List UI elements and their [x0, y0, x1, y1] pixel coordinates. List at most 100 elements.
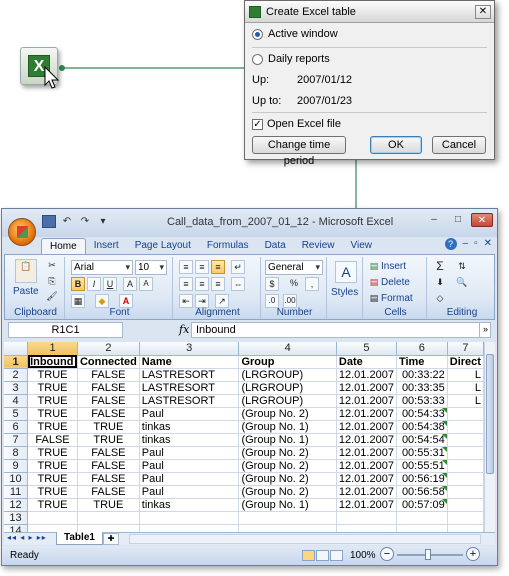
shrink-font-icon[interactable]: A [139, 277, 153, 291]
borders-icon[interactable]: ▦ [71, 294, 85, 308]
cell[interactable]: TRUE [27, 446, 78, 460]
format-button[interactable]: Format [381, 292, 413, 306]
cell[interactable]: TRUE [27, 368, 78, 382]
currency-icon[interactable]: $ [265, 277, 279, 291]
ok-button[interactable]: OK [370, 136, 422, 154]
cell[interactable] [139, 524, 240, 532]
cell[interactable]: TRUE [27, 407, 78, 421]
bold-icon[interactable]: B [71, 277, 85, 291]
row-header[interactable]: 6 [4, 420, 29, 434]
maximize-icon[interactable]: □ [447, 213, 469, 227]
cell[interactable] [77, 511, 140, 525]
cell[interactable] [447, 472, 484, 486]
page-break-view-icon[interactable] [330, 550, 343, 561]
row-header[interactable]: 13 [4, 511, 29, 525]
worksheet-grid[interactable]: 1234567 1 Inbound Connected Name Group Date Ti… [4, 342, 484, 532]
cell[interactable]: FALSE [77, 446, 140, 460]
cell[interactable]: Group [238, 355, 337, 369]
row-header[interactable]: 14 [4, 524, 29, 532]
cell[interactable]: FALSE [77, 485, 140, 499]
cell[interactable]: tinkas [139, 433, 240, 447]
cell[interactable]: TRUE [77, 498, 140, 512]
cell[interactable]: 00:57:09 [396, 498, 448, 512]
cell[interactable]: tinkas [139, 420, 240, 434]
cell[interactable]: TRUE [27, 381, 78, 395]
format-painter-icon[interactable]: 🖌 [45, 290, 59, 304]
radio-active-window[interactable]: Active window [252, 28, 338, 40]
cell[interactable]: FALSE [77, 472, 140, 486]
cell[interactable]: 12.01.2007 [336, 394, 397, 408]
row-header[interactable]: 2 [4, 368, 29, 382]
cell[interactable] [139, 511, 240, 525]
open-excel-checkbox[interactable]: ✓ Open Excel file [252, 118, 341, 130]
column-header[interactable]: 3 [139, 342, 240, 356]
cell[interactable] [238, 524, 337, 532]
cell[interactable] [447, 511, 484, 525]
cell[interactable] [447, 498, 484, 512]
cell[interactable]: FALSE [77, 381, 140, 395]
cell[interactable]: (Group No. 2) [238, 407, 337, 421]
merge-center-icon[interactable]: ⇔ [231, 277, 245, 291]
align-right-icon[interactable]: ≡ [211, 277, 225, 291]
align-top-icon[interactable]: ≡ [179, 260, 193, 274]
tab-review[interactable]: Review [294, 238, 343, 254]
cell[interactable]: (LRGROUP) [238, 368, 337, 382]
name-box[interactable]: R1C1 [8, 322, 123, 338]
column-header[interactable]: 7 [447, 342, 484, 356]
cell[interactable] [447, 420, 484, 434]
cell[interactable]: TRUE [27, 485, 78, 499]
close-window-icon[interactable]: ✕ [471, 213, 493, 227]
cell[interactable] [447, 446, 484, 460]
cell[interactable]: L [447, 394, 484, 408]
insert-sheet-icon[interactable]: ✚ [103, 533, 119, 545]
zoom-level[interactable]: 100% [350, 550, 376, 561]
cell[interactable]: FALSE [27, 433, 78, 447]
increase-indent-icon[interactable]: ⇥ [195, 294, 209, 308]
tab-data[interactable]: Data [257, 238, 294, 254]
column-header[interactable]: 1 [27, 342, 78, 356]
font-size-select[interactable]: 10 [135, 260, 167, 275]
cell[interactable]: Paul [139, 459, 240, 473]
cell[interactable] [447, 524, 484, 532]
cell[interactable]: Paul [139, 446, 240, 460]
wrap-text-icon[interactable]: ↵ [231, 260, 245, 274]
cell[interactable]: 00:56:19 [396, 472, 448, 486]
ribbon-close-icon[interactable]: ✕ [484, 238, 492, 250]
decrease-decimal-icon[interactable]: .00 [283, 294, 297, 308]
zoom-out-button[interactable]: − [380, 547, 394, 561]
grow-font-icon[interactable]: A [123, 277, 137, 291]
clear-icon[interactable]: ◇ [433, 292, 447, 306]
fx-icon[interactable]: fx [179, 322, 189, 338]
cell[interactable] [77, 524, 140, 532]
tab-home[interactable]: Home [41, 238, 86, 254]
orientation-icon[interactable]: ↗ [215, 294, 229, 308]
comma-style-icon[interactable]: , [305, 277, 319, 291]
fill-icon[interactable]: ⬇ [433, 276, 447, 290]
cell[interactable]: Paul [139, 472, 240, 486]
cell[interactable]: 00:53:33 [396, 394, 448, 408]
cell[interactable]: Paul [139, 407, 240, 421]
cell[interactable]: Inbound [27, 355, 78, 369]
cell[interactable]: 12.01.2007 [336, 472, 397, 486]
scroll-thumb[interactable] [486, 354, 494, 474]
cell[interactable]: 12.01.2007 [336, 368, 397, 382]
find-select-icon[interactable]: 🔍 [455, 276, 469, 290]
cell[interactable]: Paul [139, 485, 240, 499]
cell[interactable]: FALSE [77, 368, 140, 382]
cell[interactable]: 00:33:22 [396, 368, 448, 382]
autosum-icon[interactable]: Σ [433, 260, 447, 274]
cell[interactable]: Time [396, 355, 448, 369]
row-header[interactable]: 9 [4, 459, 29, 473]
sort-filter-icon[interactable]: ⇅ [455, 260, 469, 274]
fill-color-icon[interactable]: ◆ [95, 294, 109, 308]
cell[interactable] [447, 459, 484, 473]
cell[interactable] [396, 511, 448, 525]
undo-icon[interactable]: ↶ [60, 215, 74, 228]
tab-page-layout[interactable]: Page Layout [127, 238, 199, 254]
delete-button[interactable]: Delete [381, 276, 410, 290]
cell[interactable]: TRUE [77, 433, 140, 447]
insert-button[interactable]: Insert [381, 260, 406, 274]
cell[interactable] [238, 511, 337, 525]
underline-icon[interactable]: U [103, 277, 117, 291]
column-header[interactable]: 5 [336, 342, 397, 356]
